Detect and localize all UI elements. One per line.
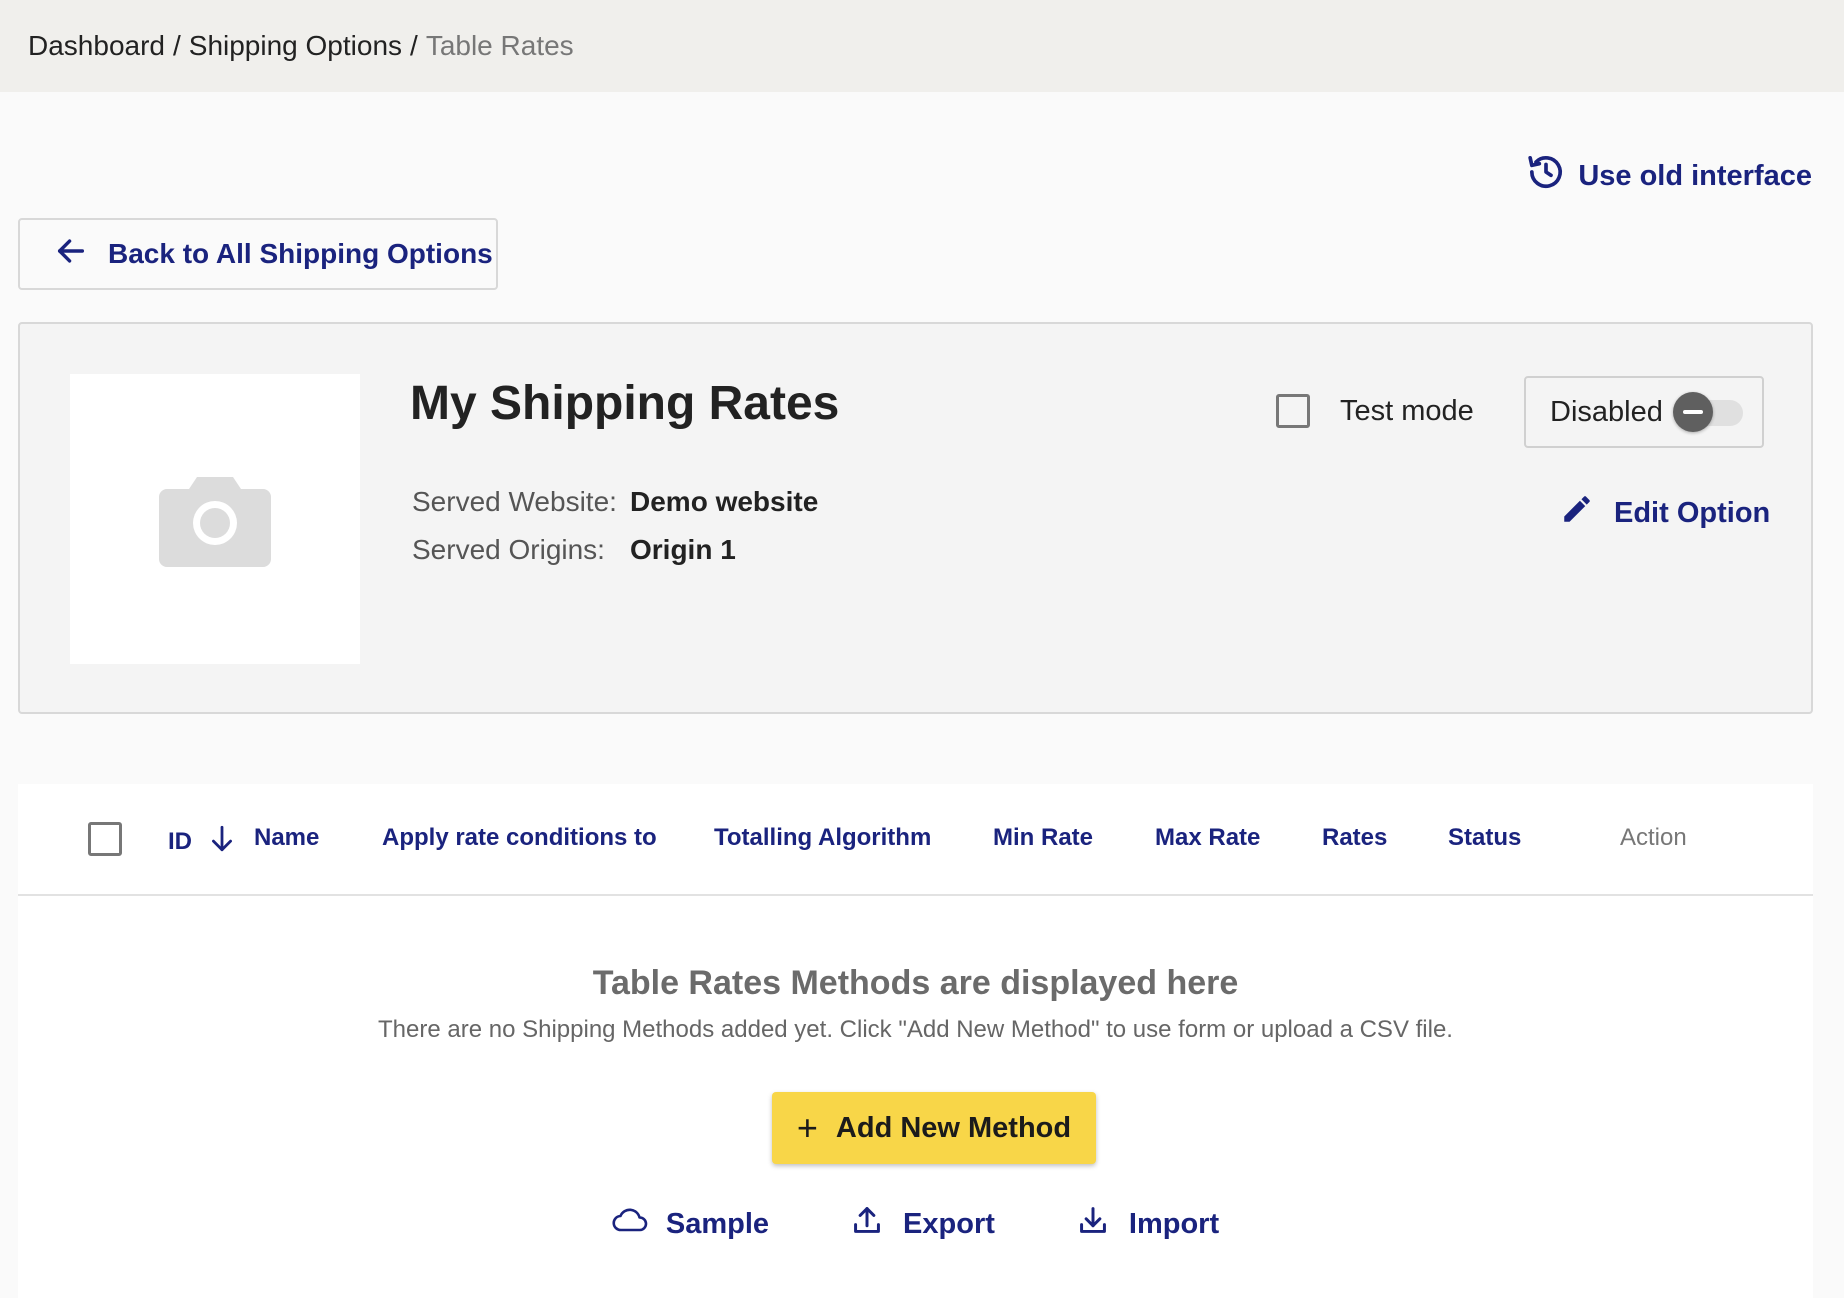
column-header-rates[interactable]: Rates: [1322, 824, 1387, 852]
served-website-label: Served Website:: [412, 486, 617, 517]
column-header-apply-rate-conditions[interactable]: Apply rate conditions to: [382, 824, 657, 852]
shipping-option-card: My Shipping Rates Served Website: Demo w…: [18, 322, 1813, 714]
use-old-interface-label: Use old interface: [1578, 159, 1812, 192]
column-header-id-label: ID: [168, 827, 192, 855]
table-header: ID Name Apply rate conditions to Totalli…: [18, 784, 1813, 896]
option-image-placeholder[interactable]: [70, 374, 360, 664]
option-title: My Shipping Rates: [410, 377, 840, 430]
history-icon: [1526, 152, 1566, 200]
camera-icon: [159, 467, 271, 572]
served-origins-row: Served Origins: Origin 1: [412, 534, 736, 566]
column-header-max-rate[interactable]: Max Rate: [1155, 824, 1260, 852]
served-website-value: Demo website: [630, 486, 819, 517]
select-all-checkbox[interactable]: [88, 822, 122, 856]
back-button-label: Back to All Shipping Options: [108, 238, 493, 269]
edit-option-button[interactable]: Edit Option: [1560, 492, 1770, 534]
arrow-down-icon: [209, 824, 235, 861]
breadcrumb: Dashboard / Shipping Options / Table Rat…: [0, 0, 1844, 92]
status-label: Disabled: [1550, 395, 1663, 428]
column-header-min-rate[interactable]: Min Rate: [993, 824, 1093, 852]
status-toggle[interactable]: Disabled: [1524, 376, 1764, 448]
empty-state-title: Table Rates Methods are displayed here: [592, 964, 1239, 1002]
pencil-icon: [1560, 492, 1594, 534]
breadcrumb-shipping-options[interactable]: Shipping Options: [189, 30, 402, 62]
cloud-icon: [612, 1204, 648, 1244]
breadcrumb-dashboard[interactable]: Dashboard: [28, 30, 165, 62]
back-to-shipping-options-button[interactable]: Back to All Shipping Options: [18, 218, 498, 290]
column-header-status[interactable]: Status: [1448, 824, 1521, 852]
add-new-method-label: Add New Method: [835, 1111, 1072, 1144]
export-label: Export: [903, 1207, 995, 1240]
column-header-totalling-algorithm[interactable]: Totalling Algorithm: [714, 824, 931, 852]
empty-state-subtitle: There are no Shipping Methods added yet.…: [378, 1016, 1453, 1043]
column-header-action: Action: [1620, 824, 1687, 851]
status-switch[interactable]: [1672, 392, 1745, 432]
switch-knob-minus-icon: [1672, 392, 1713, 432]
breadcrumb-separator: /: [410, 30, 418, 61]
column-header-id[interactable]: ID: [168, 824, 235, 861]
test-mode-label: Test mode: [1340, 394, 1474, 427]
breadcrumb-separator: /: [172, 30, 181, 61]
import-label: Import: [1128, 1207, 1220, 1240]
served-website-row: Served Website: Demo website: [412, 486, 818, 518]
upload-icon: [849, 1204, 885, 1244]
export-button[interactable]: Export: [849, 1204, 995, 1244]
methods-table: ID Name Apply rate conditions to Totalli…: [18, 784, 1813, 1298]
arrow-left-icon: [54, 234, 88, 275]
add-new-method-button[interactable]: + Add New Method: [772, 1092, 1096, 1164]
breadcrumb-current: Table Rates: [425, 30, 574, 61]
download-icon: [1075, 1204, 1111, 1244]
served-origins-value: Origin 1: [630, 534, 736, 565]
use-old-interface-link[interactable]: Use old interface: [1526, 152, 1812, 200]
sample-button[interactable]: Sample: [612, 1204, 769, 1244]
sample-label: Sample: [665, 1207, 770, 1240]
test-mode-control: Test mode: [1276, 394, 1474, 428]
column-header-name[interactable]: Name: [254, 824, 319, 852]
edit-option-label: Edit Option: [1614, 496, 1771, 529]
test-mode-checkbox[interactable]: [1276, 394, 1310, 428]
import-button[interactable]: Import: [1075, 1204, 1219, 1244]
plus-icon: +: [796, 1107, 818, 1148]
csv-actions: Sample Export Import: [18, 1204, 1813, 1244]
served-origins-label: Served Origins:: [412, 534, 605, 565]
